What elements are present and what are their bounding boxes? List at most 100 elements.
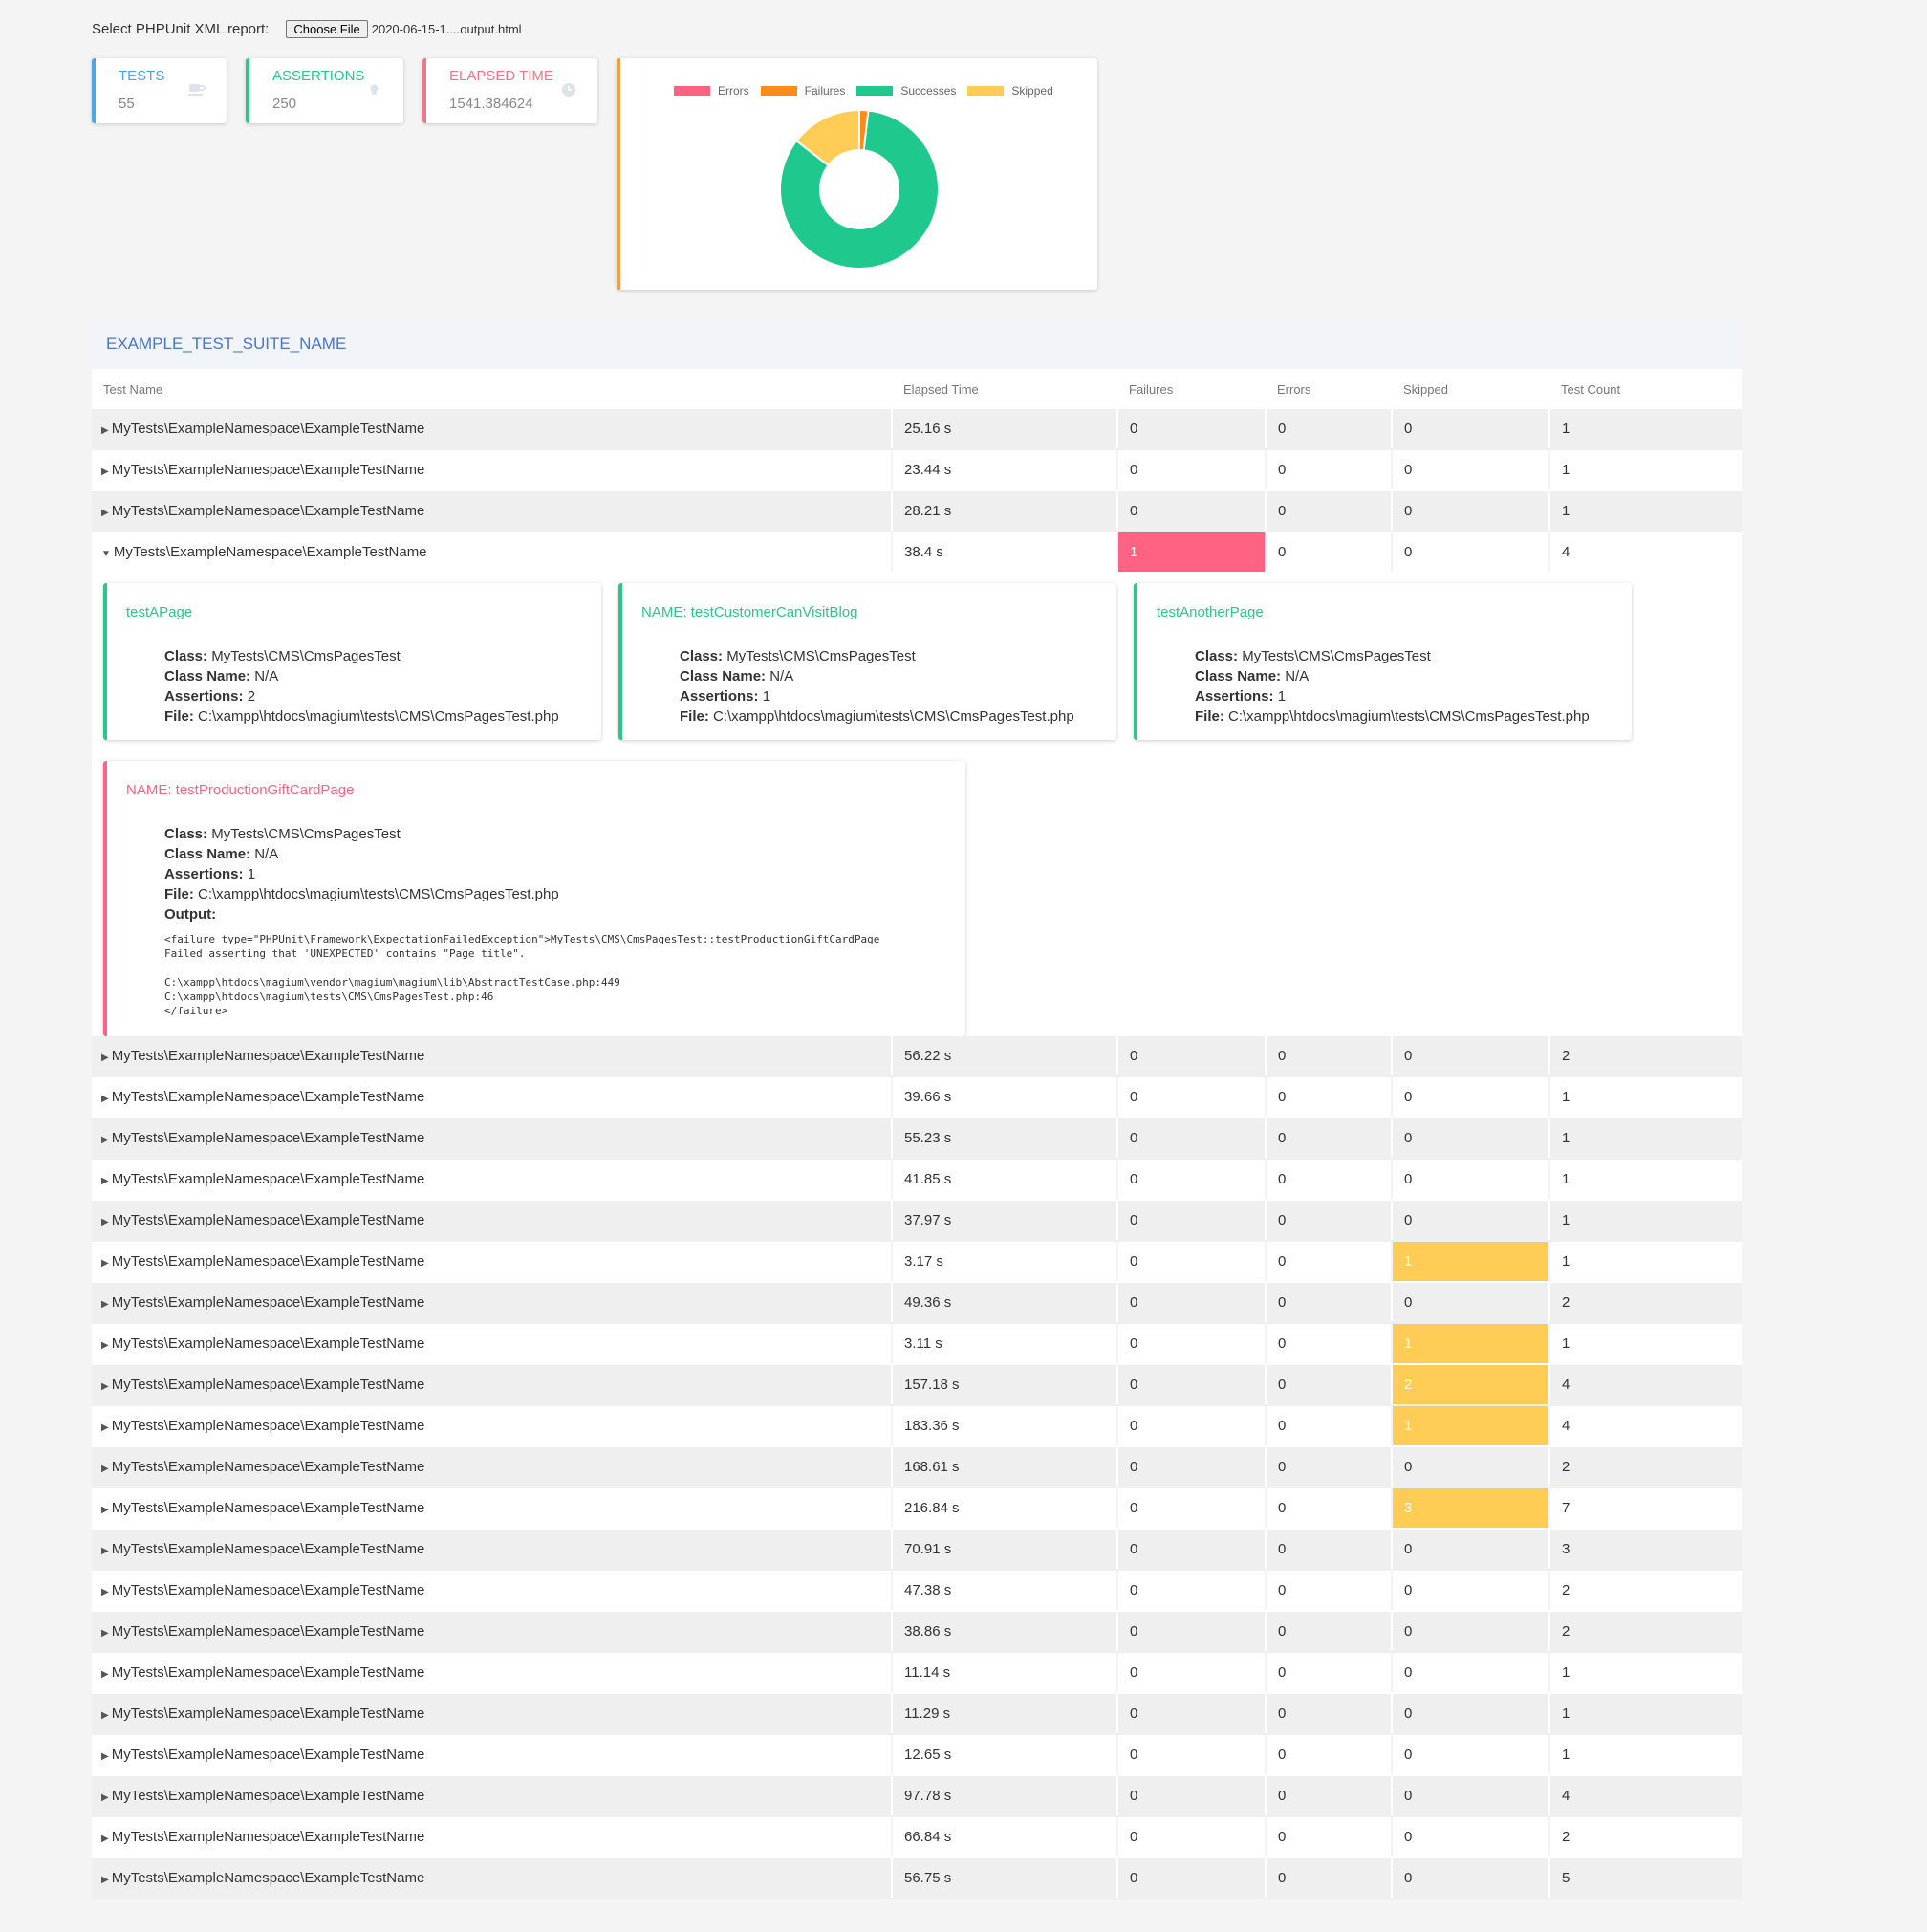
col-test-name[interactable]: Test Name [103,382,162,397]
caret-right-icon[interactable]: ▶ [101,1340,109,1351]
test-name-cell[interactable]: ▶ MyTests\ExampleNamespace\ExampleTestNam… [92,1817,891,1856]
test-name-cell[interactable]: ▶ MyTests\ExampleNamespace\ExampleTestNam… [92,1571,891,1610]
caret-right-icon[interactable]: ▶ [101,1751,109,1762]
caret-right-icon[interactable]: ▶ [101,1381,109,1392]
col-test-count[interactable]: Test Count [1561,382,1620,397]
table-row[interactable]: ▶ MyTests\ExampleNamespace\ExampleTestNam… [92,1118,1742,1160]
test-name-cell[interactable]: ▶ MyTests\ExampleNamespace\ExampleTestNam… [92,1447,891,1487]
test-name-cell[interactable]: ▶ MyTests\ExampleNamespace\ExampleTestNam… [92,1776,891,1815]
table-row[interactable]: ▶ MyTests\ExampleNamespace\ExampleTestNam… [92,1694,1742,1735]
test-name-cell[interactable]: ▶ MyTests\ExampleNamespace\ExampleTestNam… [92,1735,891,1774]
col-failures[interactable]: Failures [1129,382,1173,397]
caret-right-icon[interactable]: ▶ [101,1505,109,1515]
caret-right-icon[interactable]: ▶ [101,1422,109,1433]
column-divider [1548,1776,1550,1815]
table-row[interactable]: ▶ MyTests\ExampleNamespace\ExampleTestNam… [92,1735,1742,1776]
test-name-cell[interactable]: ▶ MyTests\ExampleNamespace\ExampleTestNam… [92,1242,891,1281]
column-divider [891,450,893,489]
test-name-cell[interactable]: ▶ MyTests\ExampleNamespace\ExampleTestNam… [92,1488,891,1528]
suite-name: EXAMPLE_TEST_SUITE_NAME [106,335,347,353]
test-name-cell[interactable]: ▶ MyTests\ExampleNamespace\ExampleTestNam… [92,1858,891,1898]
test-name-cell[interactable]: ▶ MyTests\ExampleNamespace\ExampleTestNam… [92,1406,891,1445]
test-case-assertions: Assertions: 1 [164,864,879,884]
table-row[interactable]: ▼ MyTests\ExampleNamespace\ExampleTestNam… [92,532,1742,574]
tests-card-value: 55 [119,96,135,112]
test-name-cell[interactable]: ▶ MyTests\ExampleNamespace\ExampleTestNam… [92,1160,891,1199]
table-row[interactable]: ▶ MyTests\ExampleNamespace\ExampleTestNam… [92,1776,1742,1817]
caret-right-icon[interactable]: ▶ [101,1710,109,1721]
column-divider [1265,532,1267,572]
table-row[interactable]: ▶ MyTests\ExampleNamespace\ExampleTestNam… [92,1324,1742,1365]
table-row[interactable]: ▶ MyTests\ExampleNamespace\ExampleTestNam… [92,1571,1742,1612]
test-name-cell[interactable]: ▶ MyTests\ExampleNamespace\ExampleTestNam… [92,1612,891,1651]
test-name-cell[interactable]: ▼ MyTests\ExampleNamespace\ExampleTestNam… [92,532,891,572]
caret-down-icon[interactable]: ▼ [101,549,111,559]
test-name-cell[interactable]: ▶ MyTests\ExampleNamespace\ExampleTestNam… [92,1324,891,1363]
test-case-file-value: C:\xampp\htdocs\magium\tests\CMS\CmsPage… [713,708,1074,725]
caret-right-icon[interactable]: ▶ [101,425,109,436]
caret-right-icon[interactable]: ▶ [101,1587,109,1597]
caret-right-icon[interactable]: ▶ [101,1299,109,1310]
test-name-cell[interactable]: ▶ MyTests\ExampleNamespace\ExampleTestNam… [92,1077,891,1117]
test-name-cell[interactable]: ▶ MyTests\ExampleNamespace\ExampleTestNam… [92,1118,891,1158]
col-errors[interactable]: Errors [1277,382,1310,397]
table-row[interactable]: ▶ MyTests\ExampleNamespace\ExampleTestNam… [92,1817,1742,1858]
test-case-card: NAME: testProductionGiftCardPage Class: M… [103,761,965,1036]
test-count-cell: 2 [1562,1582,1570,1598]
test-name-cell[interactable]: ▶ MyTests\ExampleNamespace\ExampleTestNam… [92,1653,891,1692]
caret-right-icon[interactable]: ▶ [101,1053,109,1063]
elapsed-time-cell: 28.21 s [893,491,1116,531]
choose-file-button[interactable]: Choose File [286,20,368,38]
caret-right-icon[interactable]: ▶ [101,1546,109,1556]
caret-right-icon[interactable]: ▶ [101,1628,109,1639]
test-name-cell[interactable]: ▶ MyTests\ExampleNamespace\ExampleTestNam… [92,1694,891,1733]
test-name: MyTests\ExampleNamespace\ExampleTestName [111,1788,425,1804]
table-row[interactable]: ▶ MyTests\ExampleNamespace\ExampleTestNam… [92,1530,1742,1571]
table-row[interactable]: ▶ MyTests\ExampleNamespace\ExampleTestNam… [92,1201,1742,1242]
table-row[interactable]: ▶ MyTests\ExampleNamespace\ExampleTestNam… [92,1077,1742,1118]
test-name-cell[interactable]: ▶ MyTests\ExampleNamespace\ExampleTestNam… [92,1283,891,1322]
test-count-cell: 1 [1562,421,1570,437]
caret-right-icon[interactable]: ▶ [101,1834,109,1844]
test-case-class: Class: MyTests\CMS\CmsPagesTest [164,646,559,666]
test-name-cell[interactable]: ▶ MyTests\ExampleNamespace\ExampleTestNam… [92,1036,891,1075]
caret-right-icon[interactable]: ▶ [101,1792,109,1803]
test-name-cell[interactable]: ▶ MyTests\ExampleNamespace\ExampleTestNam… [92,491,891,531]
col-skipped[interactable]: Skipped [1403,382,1448,397]
tests-card: TESTS 55 [92,58,227,123]
test-name-cell[interactable]: ▶ MyTests\ExampleNamespace\ExampleTestNam… [92,409,891,448]
table-row[interactable]: ▶ MyTests\ExampleNamespace\ExampleTestNam… [92,1406,1742,1447]
caret-right-icon[interactable]: ▶ [101,508,109,518]
caret-right-icon[interactable]: ▶ [101,1258,109,1269]
caret-right-icon[interactable]: ▶ [101,1669,109,1680]
table-row[interactable]: ▶ MyTests\ExampleNamespace\ExampleTestNam… [92,1653,1742,1694]
caret-right-icon[interactable]: ▶ [101,1094,109,1104]
table-row[interactable]: ▶ MyTests\ExampleNamespace\ExampleTestNam… [92,1858,1742,1899]
col-elapsed-time[interactable]: Elapsed Time [903,382,979,397]
caret-right-icon[interactable]: ▶ [101,1875,109,1885]
elapsed-time-cell: 38.4 s [893,532,1116,572]
table-row[interactable]: ▶ MyTests\ExampleNamespace\ExampleTestNam… [92,1283,1742,1324]
test-name-cell[interactable]: ▶ MyTests\ExampleNamespace\ExampleTestNam… [92,1365,891,1404]
table-row[interactable]: ▶ MyTests\ExampleNamespace\ExampleTestNam… [92,1488,1742,1530]
test-case-name: testAPage [126,604,193,620]
table-row[interactable]: ▶ MyTests\ExampleNamespace\ExampleTestNam… [92,409,1742,450]
table-row[interactable]: ▶ MyTests\ExampleNamespace\ExampleTestNam… [92,1160,1742,1201]
table-row[interactable]: ▶ MyTests\ExampleNamespace\ExampleTestNam… [92,1612,1742,1653]
table-row[interactable]: ▶ MyTests\ExampleNamespace\ExampleTestNam… [92,491,1742,532]
test-case-class-name-value: N/A [769,668,794,684]
caret-right-icon[interactable]: ▶ [101,467,109,477]
test-name-cell[interactable]: ▶ MyTests\ExampleNamespace\ExampleTestNam… [92,450,891,489]
caret-right-icon[interactable]: ▶ [101,1217,109,1227]
caret-right-icon[interactable]: ▶ [101,1135,109,1145]
test-name-cell[interactable]: ▶ MyTests\ExampleNamespace\ExampleTestNam… [92,1201,891,1240]
table-row[interactable]: ▶ MyTests\ExampleNamespace\ExampleTestNam… [92,1242,1742,1283]
table-row[interactable]: ▶ MyTests\ExampleNamespace\ExampleTestNam… [92,1036,1742,1077]
table-row[interactable]: ▶ MyTests\ExampleNamespace\ExampleTestNam… [92,1365,1742,1406]
test-name-cell[interactable]: ▶ MyTests\ExampleNamespace\ExampleTestNam… [92,1530,891,1569]
table-row[interactable]: ▶ MyTests\ExampleNamespace\ExampleTestNam… [92,450,1742,491]
caret-right-icon[interactable]: ▶ [101,1176,109,1186]
caret-right-icon[interactable]: ▶ [101,1464,109,1474]
table-row[interactable]: ▶ MyTests\ExampleNamespace\ExampleTestNam… [92,1447,1742,1488]
test-count-cell: 1 [1562,1747,1570,1763]
